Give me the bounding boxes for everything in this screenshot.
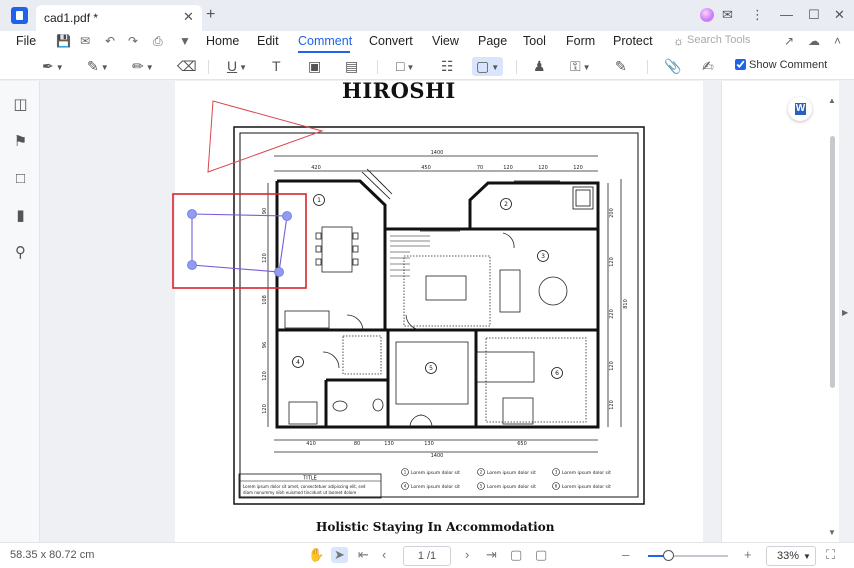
dim-label-right-total: 810 — [623, 299, 629, 309]
dim-label-bottom-total: 1400 — [431, 453, 444, 459]
legend-number-3: 3 — [555, 470, 558, 475]
vertical-scrollbar[interactable] — [830, 136, 835, 388]
walls — [275, 179, 600, 429]
previous-page-icon[interactable]: ‹ — [382, 547, 386, 562]
fit-page-icon[interactable]: ▢ — [535, 547, 547, 563]
zoom-out-icon[interactable]: – — [622, 547, 629, 562]
scroll-down-icon[interactable]: ▼ — [828, 528, 836, 537]
dim-label-bottom-2: 80 — [354, 441, 360, 447]
dim-label-top-5: 120 — [538, 165, 548, 171]
document-title: HIROSHI — [342, 78, 456, 103]
polygon-handle[interactable] — [274, 267, 284, 277]
dim-label-right-3: 220 — [609, 309, 615, 319]
title-block-text-2: diam nonummy nibh euismod tincidunt ut l… — [243, 490, 357, 495]
dim-label-right-5: 120 — [609, 400, 615, 410]
dim-label-left-6: 120 — [262, 404, 268, 414]
dim-label-left-4: 96 — [262, 342, 268, 348]
legend-item-1: Lorem ipsum dolor sit — [411, 470, 460, 476]
dim-label-top-1: 420 — [311, 165, 321, 171]
dim-label-bottom-4: 130 — [424, 441, 434, 447]
dim-label-top-3: 70 — [477, 165, 483, 171]
scroll-up-icon[interactable]: ▲ — [828, 96, 836, 105]
title-block-heading: TITLE — [302, 476, 317, 482]
zoom-slider-handle[interactable] — [663, 550, 674, 561]
room-labels: 1 2 3 4 5 6 — [292, 194, 563, 379]
title-block-text-1: Lorem ipsum dolor sit amet, consectetuer… — [243, 484, 366, 489]
legend-item-6: Lorem ipsum dolor sit — [562, 484, 611, 490]
document-subtitle: Holistic Staying In Accommodation — [316, 520, 555, 534]
triangle-annotation[interactable] — [207, 100, 324, 173]
legend-number-1: 1 — [404, 470, 407, 475]
select-tool-icon[interactable]: ➤ — [331, 547, 348, 563]
hand-tool-icon[interactable]: ✋ — [308, 547, 324, 563]
legend-number-5: 5 — [480, 484, 483, 489]
legend: 1 Lorem ipsum dolor sit 2 Lorem ipsum do… — [401, 468, 611, 490]
wall-details — [361, 168, 594, 232]
dim-label-top-2: 450 — [421, 165, 431, 171]
legend-number-6: 6 — [555, 484, 558, 489]
polygon-handle[interactable] — [282, 211, 292, 221]
legend-item-3: Lorem ipsum dolor sit — [562, 470, 611, 476]
room-number-6: 6 — [555, 370, 559, 377]
convert-to-word-icon[interactable] — [788, 97, 812, 121]
rotate-icon[interactable]: ▢ — [510, 547, 522, 563]
dim-label-left-3: 108 — [262, 295, 268, 305]
dim-label-left-2: 120 — [262, 253, 268, 263]
dim-label-left-1: 90 — [262, 208, 268, 214]
status-bar: 58.35 x 80.72 cm ✋ ➤ ⇤ ‹ 1 /1 › ⇥ ▢ ▢ – … — [0, 542, 854, 568]
polygon-handle[interactable] — [187, 260, 197, 270]
room-number-3: 3 — [541, 253, 545, 260]
inner-frame — [239, 132, 639, 498]
first-page-icon[interactable]: ⇤ — [358, 547, 369, 563]
room-number-5: 5 — [429, 365, 433, 372]
room-number-1: 1 — [317, 197, 321, 204]
dim-label-right-4: 120 — [609, 361, 615, 371]
legend-item-5: Lorem ipsum dolor sit — [487, 484, 536, 490]
room-number-2: 2 — [504, 201, 508, 208]
dim-label-left-5: 120 — [262, 371, 268, 381]
dim-label-top-total: 1400 — [431, 150, 444, 156]
zoom-level-select[interactable]: 33% ▼ — [766, 546, 816, 566]
next-page-icon[interactable]: › — [465, 547, 469, 562]
dim-label-bottom-3: 130 — [384, 441, 394, 447]
last-page-icon[interactable]: ⇥ — [486, 547, 497, 563]
dim-label-top-4: 120 — [503, 165, 513, 171]
polygon-handle[interactable] — [187, 209, 197, 219]
fullscreen-icon[interactable]: ⛶ — [826, 547, 835, 563]
zoom-level-value: 33% — [777, 550, 800, 562]
legend-number-2: 2 — [480, 470, 483, 475]
right-panel-content — [721, 81, 839, 542]
dim-label-right-2: 120 — [609, 257, 615, 267]
dim-label-bottom-1: 410 — [306, 441, 316, 447]
legend-item-4: Lorem ipsum dolor sit — [411, 484, 460, 490]
dim-label-bottom-5: 650 — [517, 441, 527, 447]
dim-label-right-1: 200 — [609, 208, 615, 218]
page-dimensions: 58.35 x 80.72 cm — [10, 549, 95, 561]
expand-right-panel-icon[interactable]: ▶ — [842, 308, 848, 317]
zoom-in-icon[interactable]: + — [744, 547, 752, 562]
legend-number-4: 4 — [404, 484, 407, 489]
page-number-input[interactable]: 1 /1 — [403, 546, 451, 566]
dim-label-top-6: 120 — [573, 165, 583, 171]
legend-item-2: Lorem ipsum dolor sit — [487, 470, 536, 476]
room-number-4: 4 — [296, 359, 300, 366]
